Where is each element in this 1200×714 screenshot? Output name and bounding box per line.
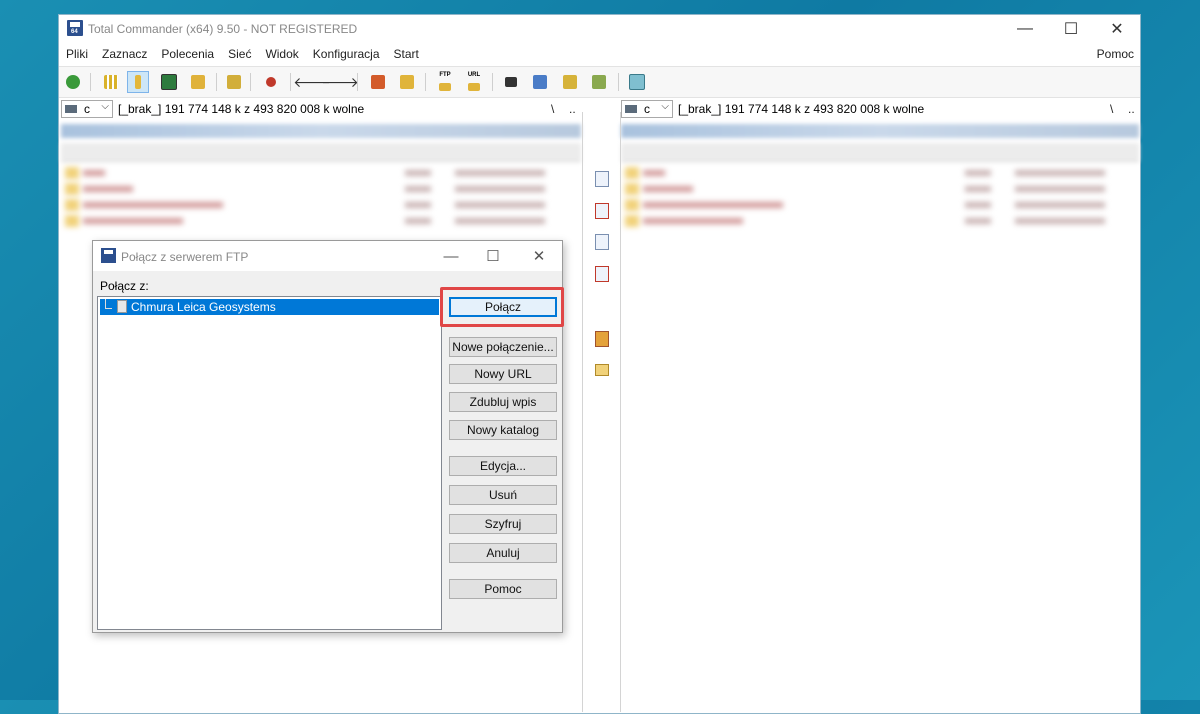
menu-siec[interactable]: Sieć bbox=[221, 44, 258, 64]
menu-polecenia[interactable]: Polecenia bbox=[154, 44, 221, 64]
total-commander-icon bbox=[101, 248, 116, 263]
sync-dirs-icon[interactable] bbox=[559, 71, 581, 93]
unpack-icon[interactable] bbox=[260, 71, 282, 93]
drive-icon bbox=[65, 105, 77, 113]
refresh-icon[interactable] bbox=[62, 71, 84, 93]
menu-bar: Pliki Zaznacz Polecenia Sieć Widok Konfi… bbox=[59, 44, 1140, 64]
drive-icon bbox=[625, 105, 637, 113]
move-files-icon[interactable] bbox=[591, 263, 613, 285]
right-drive-bar: c ⌵ [_brak_] 191 774 148 k z 493 820 008… bbox=[621, 99, 1141, 121]
url-connect-icon[interactable]: URL bbox=[463, 71, 485, 93]
help-button[interactable]: Pomoc bbox=[449, 579, 557, 599]
new-url-button[interactable]: Nowy URL bbox=[449, 364, 557, 384]
ftp-connect-icon[interactable]: FTP bbox=[434, 71, 456, 93]
tree-view-icon[interactable] bbox=[187, 71, 209, 93]
back-icon[interactable]: 🡐 bbox=[293, 71, 331, 93]
chevron-down-icon: ⌵ bbox=[101, 101, 109, 112]
compare-dirs-icon[interactable] bbox=[529, 71, 551, 93]
left-path-bar bbox=[61, 124, 581, 138]
chevron-down-icon: ⌵ bbox=[661, 101, 669, 112]
file-row[interactable] bbox=[625, 199, 1135, 211]
left-panel-border bbox=[582, 112, 583, 712]
maximize-icon[interactable]: ☐ bbox=[1048, 15, 1094, 43]
file-row[interactable] bbox=[625, 167, 1135, 179]
menu-start[interactable]: Start bbox=[387, 44, 426, 64]
menu-pomoc[interactable]: Pomoc bbox=[1097, 47, 1134, 61]
minimize-icon[interactable]: — bbox=[1002, 15, 1048, 43]
ftp-connect-dialog: Połącz z serwerem FTP — ☐ ✕ Połącz z: Ch… bbox=[92, 240, 564, 633]
right-column-header bbox=[621, 143, 1139, 162]
pack-icon[interactable] bbox=[367, 71, 389, 93]
menu-zaznacz[interactable]: Zaznacz bbox=[95, 44, 154, 64]
right-drive-letter: c bbox=[644, 102, 650, 116]
file-row[interactable] bbox=[65, 215, 575, 227]
pack-files-icon[interactable] bbox=[591, 328, 613, 350]
total-commander-icon: 64 bbox=[67, 20, 83, 36]
left-up-button[interactable]: .. bbox=[569, 102, 576, 116]
new-connection-button[interactable]: Nowe połączenie... bbox=[449, 337, 557, 357]
dialog-title: Połącz z serwerem FTP bbox=[121, 250, 249, 264]
left-drive-letter: c bbox=[84, 102, 90, 116]
right-drive-info: [_brak_] 191 774 148 k z 493 820 008 k w… bbox=[678, 102, 925, 116]
left-column-header bbox=[61, 143, 581, 162]
right-root-button[interactable]: \ bbox=[1110, 102, 1113, 116]
maximize-icon[interactable]: ☐ bbox=[473, 244, 513, 268]
delete-button[interactable]: Usuń bbox=[449, 485, 557, 505]
copy-files-icon[interactable] bbox=[591, 231, 613, 253]
close-icon[interactable]: ✕ bbox=[1094, 15, 1140, 43]
file-row[interactable] bbox=[65, 183, 575, 195]
notepad-icon[interactable] bbox=[626, 71, 648, 93]
encrypt-button[interactable]: Szyfruj bbox=[449, 514, 557, 534]
app-icon-label: 64 bbox=[71, 29, 78, 35]
window-title: Total Commander (x64) 9.50 - NOT REGISTE… bbox=[88, 22, 358, 36]
menu-pliki[interactable]: Pliki bbox=[59, 44, 95, 64]
duplicate-entry-button[interactable]: Zdubluj wpis bbox=[449, 392, 557, 412]
tree-line bbox=[105, 299, 112, 309]
left-drive-info: [_brak_] 191 774 148 k z 493 820 008 k w… bbox=[118, 102, 365, 116]
left-root-button[interactable]: \ bbox=[551, 102, 554, 116]
connect-to-label: Połącz z: bbox=[100, 279, 149, 293]
tree-item-connection[interactable]: Chmura Leica Geosystems bbox=[100, 299, 439, 315]
title-bar: 64 Total Commander (x64) 9.50 - NOT REGI… bbox=[59, 15, 1140, 43]
detailed-view-icon[interactable] bbox=[127, 71, 149, 93]
view-file-icon[interactable] bbox=[591, 168, 613, 190]
connection-tree[interactable]: Chmura Leica Geosystems bbox=[97, 296, 442, 630]
multi-rename-icon[interactable] bbox=[588, 71, 610, 93]
edit-file-icon[interactable] bbox=[591, 200, 613, 222]
right-panel-border bbox=[620, 112, 621, 712]
left-drive-select[interactable]: c ⌵ bbox=[61, 100, 113, 118]
brief-view-icon[interactable] bbox=[100, 71, 122, 93]
search-icon[interactable] bbox=[500, 71, 522, 93]
cancel-button[interactable]: Anuluj bbox=[449, 543, 557, 563]
file-row[interactable] bbox=[65, 199, 575, 211]
file-row[interactable] bbox=[625, 215, 1135, 227]
forward-icon[interactable]: 🡒 bbox=[321, 71, 359, 93]
new-folder-icon[interactable] bbox=[591, 359, 613, 381]
menu-konfiguracja[interactable]: Konfiguracja bbox=[306, 44, 387, 64]
right-up-button[interactable]: .. bbox=[1128, 102, 1135, 116]
dialog-title-bar: Połącz z serwerem FTP — ☐ ✕ bbox=[93, 241, 562, 271]
toolbar: 🡐 🡒 FTP URL bbox=[59, 66, 1140, 98]
highlight-box bbox=[440, 287, 564, 327]
connection-icon bbox=[117, 300, 127, 313]
invert-selection-icon[interactable] bbox=[223, 71, 245, 93]
new-folder-button[interactable]: Nowy katalog bbox=[449, 420, 557, 440]
unpack-all-icon[interactable] bbox=[396, 71, 418, 93]
menu-widok[interactable]: Widok bbox=[258, 44, 305, 64]
file-row[interactable] bbox=[625, 183, 1135, 195]
edit-button[interactable]: Edycja... bbox=[449, 456, 557, 476]
thumbnails-icon[interactable] bbox=[158, 71, 180, 93]
right-drive-select[interactable]: c ⌵ bbox=[621, 100, 673, 118]
close-icon[interactable]: ✕ bbox=[519, 244, 559, 268]
right-path-bar bbox=[621, 124, 1139, 138]
left-drive-bar: c ⌵ [_brak_] 191 774 148 k z 493 820 008… bbox=[61, 99, 581, 121]
minimize-icon[interactable]: — bbox=[431, 244, 471, 268]
connection-name: Chmura Leica Geosystems bbox=[131, 300, 276, 314]
file-row[interactable] bbox=[65, 167, 575, 179]
